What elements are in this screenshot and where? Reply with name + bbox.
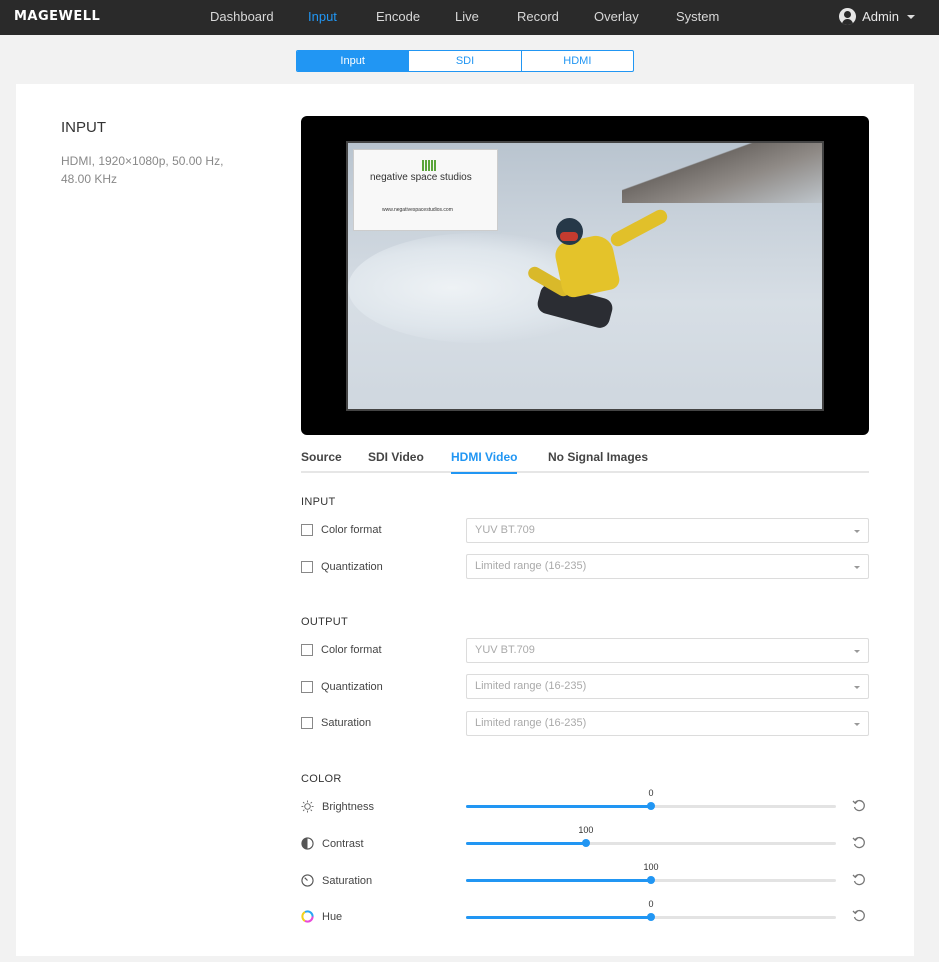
user-name: Admin xyxy=(862,9,899,24)
seg-tab-hdmi[interactable]: HDMI xyxy=(520,51,633,71)
checkbox[interactable] xyxy=(301,717,313,729)
slider-value: 100 xyxy=(643,862,659,872)
slider-fill xyxy=(466,842,586,845)
contrast-icon xyxy=(301,837,314,850)
checkbox[interactable] xyxy=(301,681,313,693)
checkbox[interactable] xyxy=(301,561,313,573)
main-card: INPUT HDMI, 1920×1080p, 50.00 Hz, 48.00 … xyxy=(16,84,914,956)
brand-logo: MAGEWELL xyxy=(14,9,101,24)
saturation-label: Saturation xyxy=(322,874,373,887)
slider-fill xyxy=(466,916,651,919)
nav-system[interactable]: System xyxy=(676,9,719,24)
input-section-label: INPUT xyxy=(301,496,336,508)
content-tabs: Source SDI Video HDMI Video No Signal Im… xyxy=(301,440,869,474)
rider-arm-right xyxy=(608,207,670,249)
tab-no-signal-images[interactable]: No Signal Images xyxy=(548,450,648,472)
slider-thumb[interactable] xyxy=(581,839,590,847)
nav-live[interactable]: Live xyxy=(455,9,479,24)
reset-icon[interactable] xyxy=(852,836,866,850)
caret-down-icon xyxy=(907,14,915,19)
brightness-slider[interactable]: 0 xyxy=(466,788,836,810)
contrast-label: Contrast xyxy=(322,837,364,850)
output-quantization-row[interactable]: Quantization xyxy=(301,681,383,693)
user-menu[interactable]: Admin xyxy=(839,8,915,25)
input-quantization-label: Quantization xyxy=(321,561,383,573)
checkbox[interactable] xyxy=(301,644,313,656)
equalizer-logo-icon xyxy=(422,160,436,171)
overlay-logo-url: www.negativespacestudios.com xyxy=(382,207,453,213)
hue-icon xyxy=(301,910,314,923)
reset-icon[interactable] xyxy=(852,799,866,813)
top-navbar: MAGEWELL Dashboard Input Encode Live Rec… xyxy=(0,0,939,35)
output-color-format-label: Color format xyxy=(321,644,382,656)
nav-input[interactable]: Input xyxy=(308,9,337,24)
seg-tab-input[interactable]: Input xyxy=(297,51,409,71)
hue-row: Hue xyxy=(301,910,342,923)
input-color-format-row[interactable]: Color format xyxy=(301,524,382,536)
overlay-logo-title: negative space studios xyxy=(370,172,472,183)
preview-frame: negative space studios www.negativespace… xyxy=(346,141,824,411)
seg-tab-sdi[interactable]: SDI xyxy=(408,51,520,71)
contrast-slider[interactable]: 100 xyxy=(466,825,836,847)
output-section-label: OUTPUT xyxy=(301,616,349,628)
input-quantization-row[interactable]: Quantization xyxy=(301,561,383,573)
slider-thumb[interactable] xyxy=(647,876,655,884)
output-quantization-select[interactable]: Limited range (16-235) xyxy=(466,674,869,699)
hue-slider[interactable]: 0 xyxy=(466,899,836,921)
output-quantization-label: Quantization xyxy=(321,681,383,693)
output-saturation-row[interactable]: Saturation xyxy=(301,717,371,729)
tab-sdi-video[interactable]: SDI Video xyxy=(368,450,424,472)
rider-goggles xyxy=(560,232,578,241)
reset-icon[interactable] xyxy=(852,909,866,923)
slider-value: 0 xyxy=(648,788,654,798)
input-color-format-label: Color format xyxy=(321,524,382,536)
saturation-slider[interactable]: 100 xyxy=(466,862,836,884)
overlay-logo: negative space studios www.negativespace… xyxy=(353,149,498,231)
nav-overlay[interactable]: Overlay xyxy=(594,9,639,24)
brightness-label: Brightness xyxy=(322,800,374,813)
brightness-row: Brightness xyxy=(301,800,374,813)
nav-dashboard[interactable]: Dashboard xyxy=(210,9,274,24)
checkbox[interactable] xyxy=(301,524,313,536)
slider-value: 0 xyxy=(648,899,654,909)
reset-icon[interactable] xyxy=(852,873,866,887)
hue-label: Hue xyxy=(322,910,343,923)
input-color-format-select[interactable]: YUV BT.709 xyxy=(466,518,869,543)
output-saturation-select[interactable]: Limited range (16-235) xyxy=(466,711,869,736)
slider-fill xyxy=(466,879,651,882)
color-section-label: COLOR xyxy=(301,773,342,785)
nav-record[interactable]: Record xyxy=(517,9,559,24)
saturation-row: Saturation xyxy=(301,874,372,887)
slider-thumb[interactable] xyxy=(647,802,655,810)
mountain-rocks xyxy=(622,143,822,203)
tab-source[interactable]: Source xyxy=(301,450,342,472)
saturation-icon xyxy=(301,874,314,887)
slider-fill xyxy=(466,805,651,808)
output-color-format-row[interactable]: Color format xyxy=(301,644,382,656)
tab-hdmi-video[interactable]: HDMI Video xyxy=(451,450,518,474)
contrast-row: Contrast xyxy=(301,837,364,850)
input-quantization-select[interactable]: Limited range (16-235) xyxy=(466,554,869,579)
signal-info: HDMI, 1920×1080p, 50.00 Hz, 48.00 KHz xyxy=(61,154,224,186)
side-title: INPUT xyxy=(61,119,106,136)
nav-encode[interactable]: Encode xyxy=(376,9,420,24)
sun-icon xyxy=(301,800,314,813)
input-type-tabs: Input SDI HDMI xyxy=(296,50,634,72)
user-avatar-icon xyxy=(839,8,857,25)
output-saturation-label: Saturation xyxy=(321,717,372,729)
slider-value: 100 xyxy=(578,825,594,835)
video-preview: negative space studios www.negativespace… xyxy=(301,116,869,435)
slider-thumb[interactable] xyxy=(647,913,655,921)
output-color-format-select[interactable]: YUV BT.709 xyxy=(466,638,869,663)
